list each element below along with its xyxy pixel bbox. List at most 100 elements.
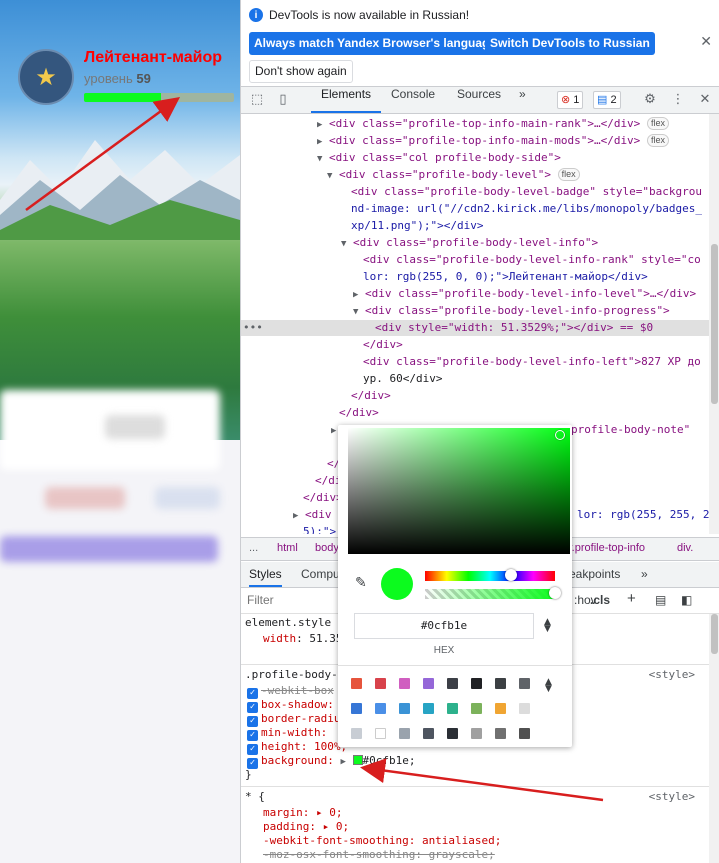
property-value[interactable]: #0cfb1e;	[363, 754, 416, 767]
style-declaration[interactable]: ✓ height: 100%;	[247, 740, 347, 755]
hue-slider[interactable]	[425, 569, 555, 581]
palette-swatch[interactable]	[471, 678, 482, 689]
rule-origin[interactable]: <style>	[649, 790, 695, 803]
dom-node[interactable]: </div>	[241, 405, 709, 421]
alpha-handle[interactable]	[549, 587, 561, 599]
dom-node[interactable]: ▼ <div class="profile-body-level-info">	[241, 235, 709, 251]
style-declaration-background[interactable]: ✓ background: ▶ #0cfb1e;	[247, 754, 416, 769]
palette-swatch[interactable]	[495, 728, 506, 739]
scrollbar-thumb[interactable]	[711, 244, 718, 404]
dom-node[interactable]: </div>	[241, 388, 709, 404]
palette-swatch[interactable]	[447, 678, 458, 689]
palette-swatch[interactable]	[423, 703, 434, 714]
palette-swatch[interactable]	[495, 703, 506, 714]
cls-toggle[interactable]: .cls	[590, 593, 610, 607]
style-declaration[interactable]: margin: ▸ 0;	[263, 806, 342, 820]
sidebar-toggle-icon[interactable]: ◧	[681, 593, 692, 607]
breadcrumb-overflow[interactable]: ...	[249, 542, 258, 554]
style-declaration[interactable]: ✓ min-width:	[247, 726, 327, 741]
palette-swatch[interactable]	[519, 728, 530, 739]
style-declaration[interactable]: ✓ -webkit-box	[247, 684, 334, 699]
filter-input[interactable]	[247, 593, 327, 607]
add-rule-button[interactable]: +	[627, 590, 636, 607]
tab-computed[interactable]: Compu	[301, 562, 340, 587]
palette-swatch[interactable]	[399, 703, 410, 714]
palette-swatch[interactable]	[519, 703, 530, 714]
palette-swatch[interactable]	[351, 728, 362, 739]
palette-swatch[interactable]	[399, 728, 410, 739]
dom-node[interactable]: </div>	[241, 337, 709, 353]
dom-node[interactable]: <div class="profile-body-level-info-left…	[241, 354, 709, 370]
palette-swatch[interactable]	[471, 728, 482, 739]
more-tabs-button[interactable]: »	[641, 562, 648, 587]
breadcrumb-profile-top-info[interactable]: v.profile-top-info	[567, 542, 645, 554]
dom-node[interactable]: ▼ <div class="profile-body-level"> flex	[241, 167, 709, 183]
palette-swatch[interactable]	[495, 678, 506, 689]
saturation-handle[interactable]	[555, 430, 565, 440]
eyedropper-icon[interactable]: ✎	[355, 575, 367, 591]
palette-switcher-icon[interactable]: ▲ ▼	[545, 678, 552, 694]
hex-field[interactable]: #0cfb1e	[354, 613, 534, 639]
dom-node[interactable]: ▼ <div class="col profile-body-side">	[241, 150, 709, 166]
breadcrumb-body[interactable]: body	[315, 542, 339, 554]
color-swatch[interactable]	[352, 755, 363, 765]
style-declaration[interactable]: width: 51.35	[263, 632, 343, 646]
breadcrumb-html[interactable]: html	[277, 542, 298, 554]
tab-elements[interactable]: Elements	[311, 87, 382, 113]
inspect-element-icon[interactable]: ⬚	[249, 92, 265, 108]
flex-badge[interactable]: flex	[557, 168, 580, 181]
style-declaration[interactable]: ✓ box-shadow:	[247, 698, 334, 713]
palette-swatch[interactable]	[519, 678, 530, 689]
scrollbar-thumb[interactable]	[711, 614, 718, 654]
style-declaration[interactable]: -webkit-font-smoothing: antialiased;	[263, 834, 501, 848]
match-language-button[interactable]: Always match Yandex Browser's language	[249, 32, 502, 55]
dom-node[interactable]: <div class="profile-body-level-badge" st…	[241, 184, 709, 200]
style-declaration[interactable]: -moz-osx-font-smoothing: grayscale;	[263, 848, 495, 862]
rule-origin[interactable]: <style>	[649, 668, 695, 681]
dom-node[interactable]: ▶ <div class="profile-top-info-main-rank…	[241, 116, 709, 132]
alpha-slider[interactable]	[425, 587, 561, 599]
dom-node[interactable]: ▶ <div class="profile-body-level-info-le…	[241, 286, 709, 302]
message-counter[interactable]: ▤ 2	[593, 91, 621, 109]
blurred-chip	[45, 487, 125, 509]
dom-scrollbar[interactable]	[709, 114, 719, 534]
palette-swatch[interactable]	[447, 703, 458, 714]
more-options-icon[interactable]: ⋮	[670, 92, 686, 108]
dom-node[interactable]: ▶ <div class="profile-top-info-main-mods…	[241, 133, 709, 149]
palette-swatch[interactable]	[423, 678, 434, 689]
error-counter[interactable]: ⊗ 1	[557, 91, 584, 109]
palette-swatch[interactable]	[351, 678, 362, 689]
tab-console[interactable]: Console	[381, 87, 445, 113]
more-tabs-button[interactable]: »	[519, 87, 526, 113]
tab-sources[interactable]: Sources	[447, 87, 511, 113]
dont-show-again-button[interactable]: Don't show again	[249, 60, 353, 83]
tab-styles[interactable]: Styles	[249, 562, 282, 587]
switch-language-button[interactable]: Switch DevTools to Russian	[485, 32, 655, 55]
palette-swatch[interactable]	[447, 728, 458, 739]
styles-scrollbar[interactable]	[709, 614, 719, 863]
flex-badge[interactable]: flex	[646, 134, 669, 147]
palette-swatch[interactable]	[471, 703, 482, 714]
close-devtools-icon[interactable]: ✕	[697, 92, 713, 108]
dom-node[interactable]: <div class="profile-body-level-info-rank…	[241, 252, 709, 268]
breadcrumb-div[interactable]: div.	[677, 542, 693, 554]
flex-badge[interactable]: flex	[646, 117, 669, 130]
saturation-value-area[interactable]	[348, 428, 570, 554]
format-toggle-icon[interactable]: ▲ ▼	[544, 618, 551, 634]
dom-node-selected[interactable]: ••• <div style="width: 51.3529%;"></div> …	[241, 320, 709, 336]
paint-icon[interactable]: ▤	[655, 593, 666, 607]
style-declaration[interactable]: padding: ▸ 0;	[263, 820, 349, 834]
palette-swatch[interactable]	[423, 728, 434, 739]
palette-swatch[interactable]	[375, 728, 386, 739]
close-icon[interactable]: ✕	[700, 34, 712, 50]
dom-node[interactable]: ▼ <div class="profile-body-level-info-pr…	[241, 303, 709, 319]
gear-icon[interactable]: ⚙	[642, 92, 658, 108]
device-toolbar-icon[interactable]: ▯	[275, 92, 291, 108]
palette-swatch[interactable]	[375, 678, 386, 689]
palette-swatch[interactable]	[375, 703, 386, 714]
palette-swatch[interactable]	[351, 703, 362, 714]
tab-dom-breakpoints[interactable]: eakpoints	[569, 562, 620, 587]
hue-handle[interactable]	[505, 569, 517, 581]
style-declaration[interactable]: ✓ border-radiu	[247, 712, 340, 727]
palette-swatch[interactable]	[399, 678, 410, 689]
